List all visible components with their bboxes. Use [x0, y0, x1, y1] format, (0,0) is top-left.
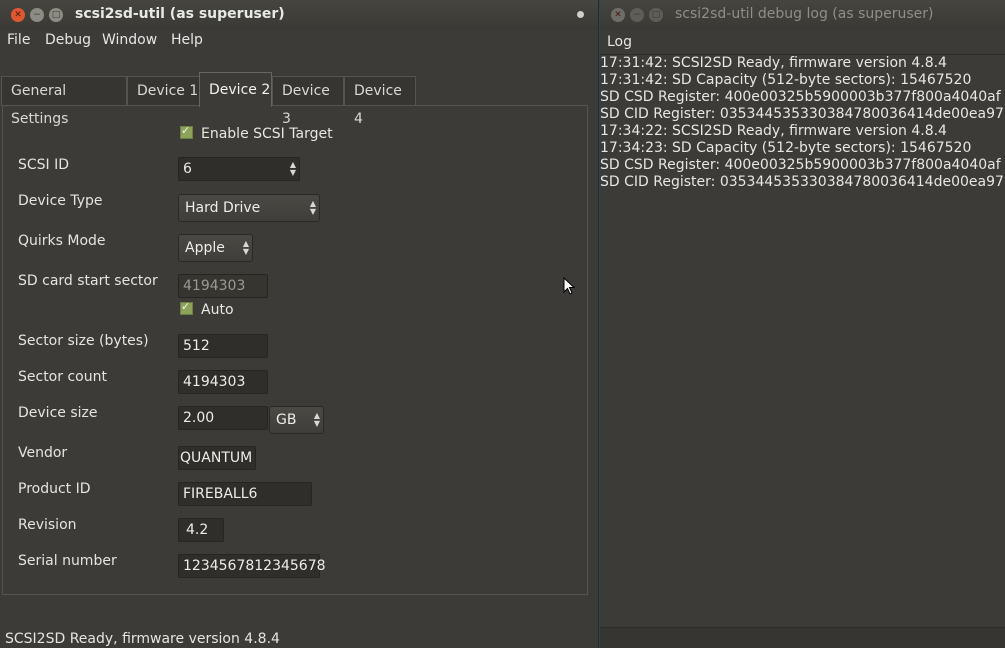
log-line: SD CSD Register: 400e00325b5900003b377f8… — [600, 157, 1001, 173]
tab-device-4[interactable]: Device 4 — [344, 76, 416, 127]
menu-debug[interactable]: Debug — [45, 32, 91, 48]
vendor-label: Vendor — [18, 445, 68, 461]
window-title: scsi2sd-util (as superuser) — [75, 6, 285, 22]
log-window-title: scsi2sd-util debug log (as superuser) — [675, 6, 934, 22]
tab-device-1[interactable]: Device 1 — [127, 76, 200, 106]
start-sector-label: SD card start sector — [18, 273, 158, 289]
tab-general-settings[interactable]: General Settings — [1, 76, 127, 127]
device-size-label: Device size — [18, 405, 98, 421]
sector-count-input[interactable]: 4194303 — [178, 370, 268, 394]
menu-file[interactable]: File — [7, 32, 30, 48]
scsi-id-spinner[interactable]: 6 ▲ ▼ — [178, 157, 300, 181]
log-menubar: Log — [600, 30, 1005, 55]
tab-bar: General Settings Device 1 Device 2 Devic… — [0, 72, 590, 127]
product-id-label: Product ID — [18, 481, 91, 497]
check-icon — [180, 300, 193, 315]
serial-number-input[interactable]: 1234567812345678 — [178, 554, 326, 578]
log-line: 17:34:23: SD Capacity (512-byte sectors)… — [600, 140, 972, 156]
enable-scsi-target-checkbox[interactable]: Enable SCSI Target — [180, 124, 333, 142]
product-id-input[interactable]: FIREBALL6 — [178, 482, 312, 506]
vendor-input[interactable]: QUANTUM — [178, 446, 256, 470]
check-icon — [180, 124, 193, 139]
device-type-select[interactable]: Hard Drive ▲ ▼ — [178, 194, 320, 222]
close-icon[interactable]: ✕ — [611, 8, 625, 22]
sector-size-label: Sector size (bytes) — [18, 333, 149, 349]
window-grip-icon — [577, 11, 584, 18]
sector-count-label: Sector count — [18, 369, 107, 385]
select-arrows-icon: ▲ ▼ — [242, 239, 249, 256]
scsi-id-label: SCSI ID — [18, 157, 70, 173]
device-size-unit-select[interactable]: GB ▲ ▼ — [269, 406, 324, 434]
log-titlebar[interactable]: ✕ − □ scsi2sd-util debug log (as superus… — [600, 0, 1005, 30]
start-sector-input: 4194303 — [178, 274, 268, 298]
log-window: ✕ − □ scsi2sd-util debug log (as superus… — [600, 0, 1005, 648]
select-arrows-icon: ▲ ▼ — [313, 411, 320, 428]
tab-device-3[interactable]: Device 3 — [272, 76, 344, 127]
close-icon[interactable]: ✕ — [11, 8, 25, 22]
revision-input[interactable]: 4.2 — [178, 518, 224, 542]
select-arrows-icon: ▲ ▼ — [309, 199, 316, 216]
main-titlebar[interactable]: ✕ − □ scsi2sd-util (as superuser) — [0, 0, 598, 30]
log-text-area[interactable]: 17:31:42: SCSI2SD Ready, firmware versio… — [600, 55, 1005, 628]
sector-size-input[interactable]: 512 — [178, 334, 268, 358]
menubar: File Debug Window Help — [0, 30, 598, 52]
log-line: 17:34:22: SCSI2SD Ready, firmware versio… — [600, 123, 947, 139]
log-line: SD CID Register: 03534453533038478003641… — [600, 106, 1004, 122]
menu-help[interactable]: Help — [171, 32, 203, 48]
log-bottom-bar — [600, 627, 1005, 648]
spin-arrows-icon[interactable]: ▲ ▼ — [290, 161, 296, 177]
device-type-label: Device Type — [18, 193, 103, 209]
minimize-icon[interactable]: − — [630, 8, 644, 22]
revision-label: Revision — [18, 517, 77, 533]
quirks-mode-label: Quirks Mode — [18, 233, 106, 249]
tab-device-2[interactable]: Device 2 — [199, 72, 272, 107]
menu-log[interactable]: Log — [607, 34, 632, 50]
main-window: ✕ − □ scsi2sd-util (as superuser) File D… — [0, 0, 599, 648]
menu-window[interactable]: Window — [102, 32, 157, 48]
log-line: SD CSD Register: 400e00325b5900003b377f8… — [600, 89, 1001, 105]
minimize-icon[interactable]: − — [30, 8, 44, 22]
quirks-mode-select[interactable]: Apple ▲ ▼ — [178, 234, 253, 262]
log-line: 17:31:42: SCSI2SD Ready, firmware versio… — [600, 55, 947, 71]
maximize-icon[interactable]: □ — [649, 8, 663, 22]
log-line: SD CID Register: 03534453533038478003641… — [600, 174, 1004, 190]
device-size-input[interactable]: 2.00 — [178, 406, 268, 430]
auto-checkbox[interactable]: Auto — [180, 300, 234, 318]
maximize-icon[interactable]: □ — [49, 8, 63, 22]
serial-number-label: Serial number — [18, 553, 117, 569]
status-bar: SCSI2SD Ready, firmware version 4.8.4 — [5, 631, 280, 647]
log-line: 17:31:42: SD Capacity (512-byte sectors)… — [600, 72, 972, 88]
mouse-pointer-icon — [563, 277, 575, 295]
